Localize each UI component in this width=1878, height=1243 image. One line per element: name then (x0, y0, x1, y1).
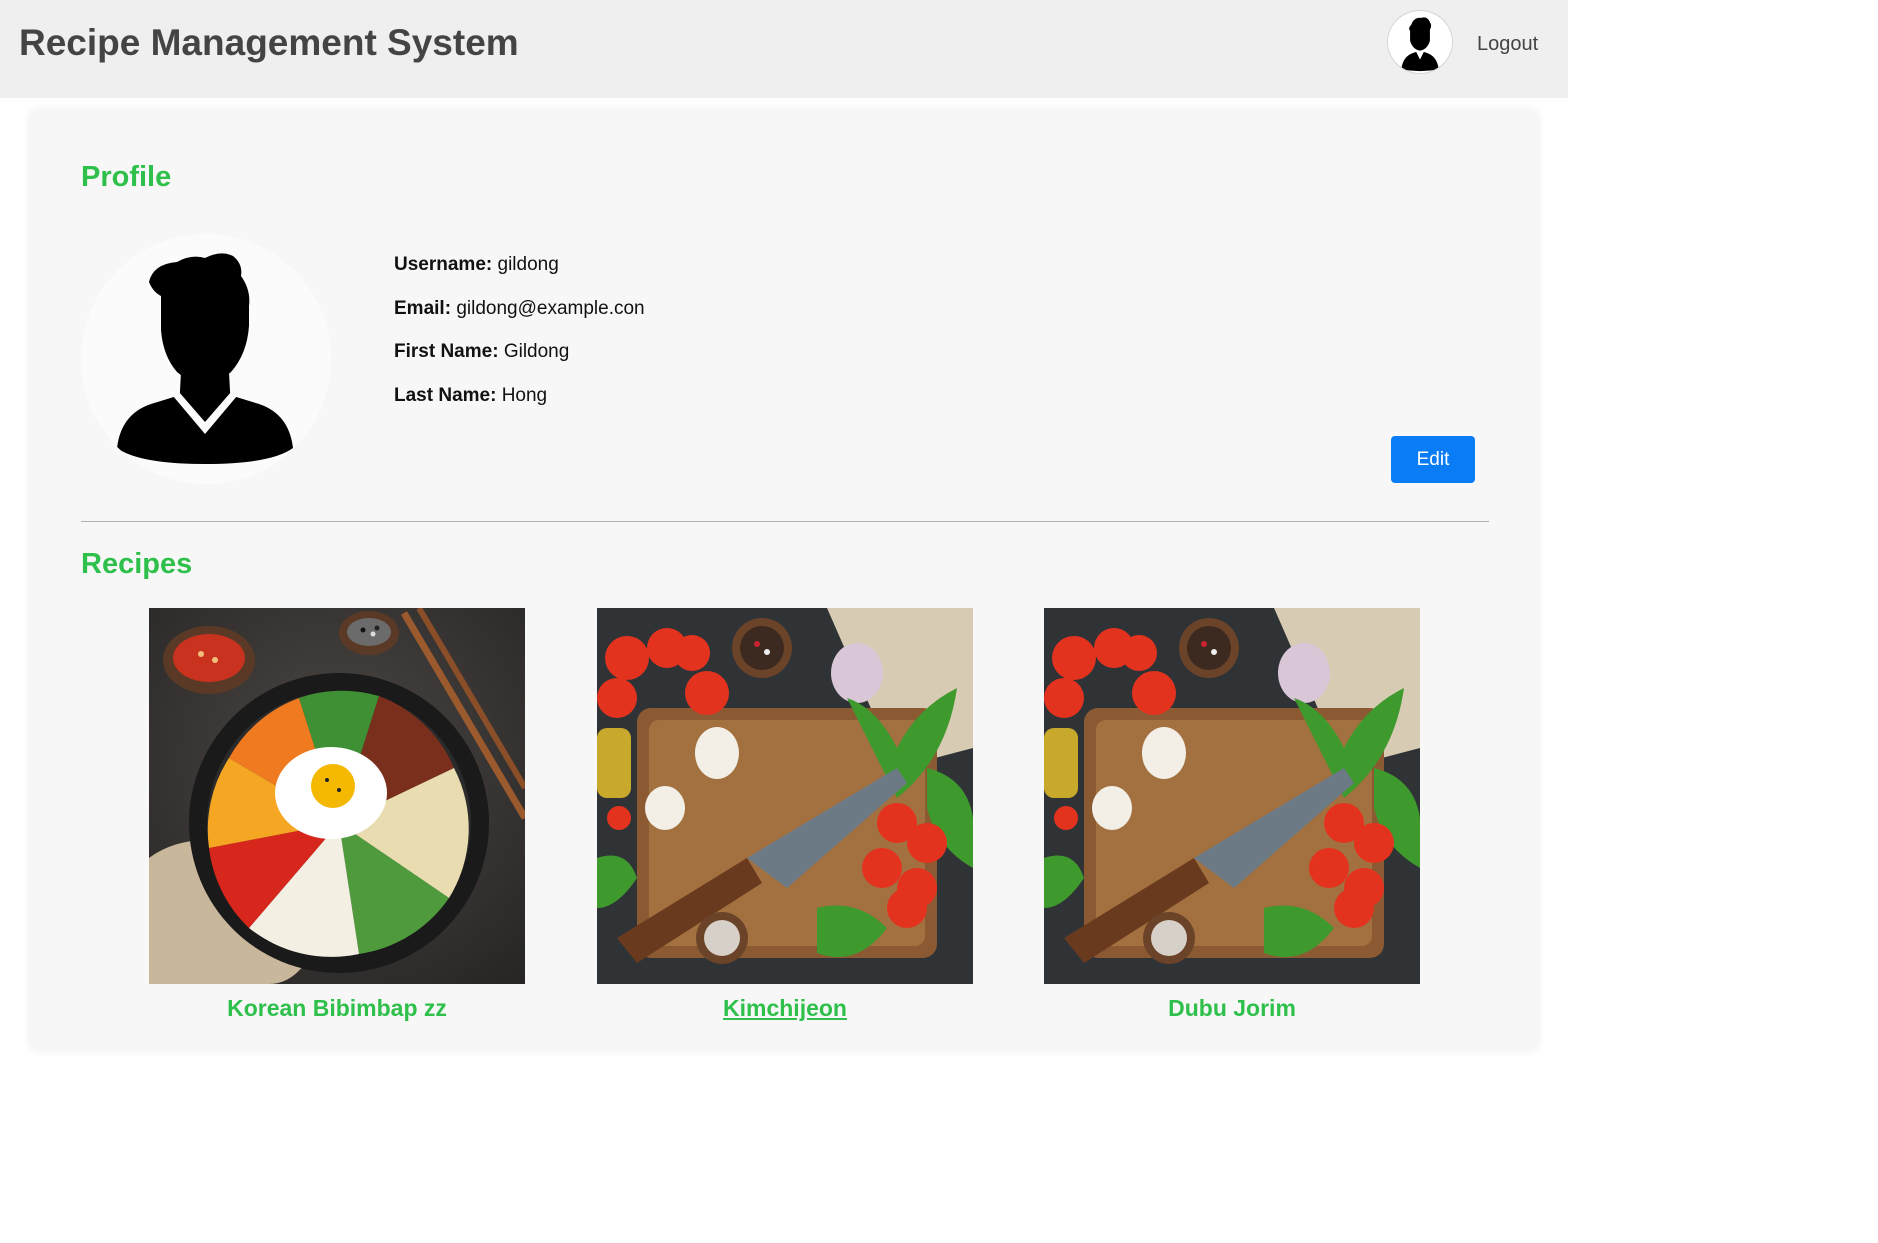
edit-profile-button[interactable]: Edit (1391, 436, 1475, 483)
recipe-name-link[interactable]: Dubu Jorim (1044, 995, 1420, 1022)
recipes-section-title: Recipes (81, 548, 193, 580)
username-row: Username: gildong (394, 254, 559, 276)
bibimbap-photo (149, 608, 525, 984)
logout-link[interactable]: Logout (1477, 33, 1538, 56)
recipe-name-link[interactable]: Korean Bibimbap zz (149, 995, 525, 1022)
recipe-name-link[interactable]: Kimchijeon (597, 995, 973, 1022)
cutting-board-tomatoes-photo (1044, 608, 1420, 984)
section-divider (81, 521, 1489, 522)
last-name-row: Last Name: Hong (394, 385, 547, 407)
last-name-value: Hong (501, 385, 548, 406)
app-title: Recipe Management System (19, 22, 519, 63)
recipe-card: Kimchijeon (597, 608, 973, 1022)
recipe-image-bibimbap[interactable] (149, 608, 525, 984)
first-name-value: Gildong (503, 341, 570, 362)
main-card: Profile Username: gildong Email: gildong… (30, 110, 1538, 1050)
recipe-image-kimchijeon[interactable] (597, 608, 973, 984)
user-silhouette-icon (117, 253, 293, 464)
recipe-card: Dubu Jorim (1044, 608, 1420, 1022)
last-name-label: Last Name: (394, 385, 497, 406)
top-header: Recipe Management System Logout (0, 0, 1568, 98)
profile-section-title: Profile (81, 161, 172, 193)
username-label: Username: (394, 254, 493, 275)
recipe-card: Korean Bibimbap zz (149, 608, 525, 1022)
username-value: gildong (497, 254, 559, 275)
header-avatar[interactable] (1387, 10, 1453, 74)
recipe-image-dubu-jorim[interactable] (1044, 608, 1420, 984)
first-name-row: First Name: Gildong (394, 341, 569, 363)
profile-avatar (81, 234, 331, 484)
email-value: gildong@example.con (456, 298, 645, 319)
user-silhouette-icon (1401, 17, 1439, 72)
email-row: Email: gildong@example.con (394, 298, 645, 320)
email-label: Email: (394, 298, 452, 319)
first-name-label: First Name: (394, 341, 499, 362)
cutting-board-tomatoes-photo (597, 608, 973, 984)
